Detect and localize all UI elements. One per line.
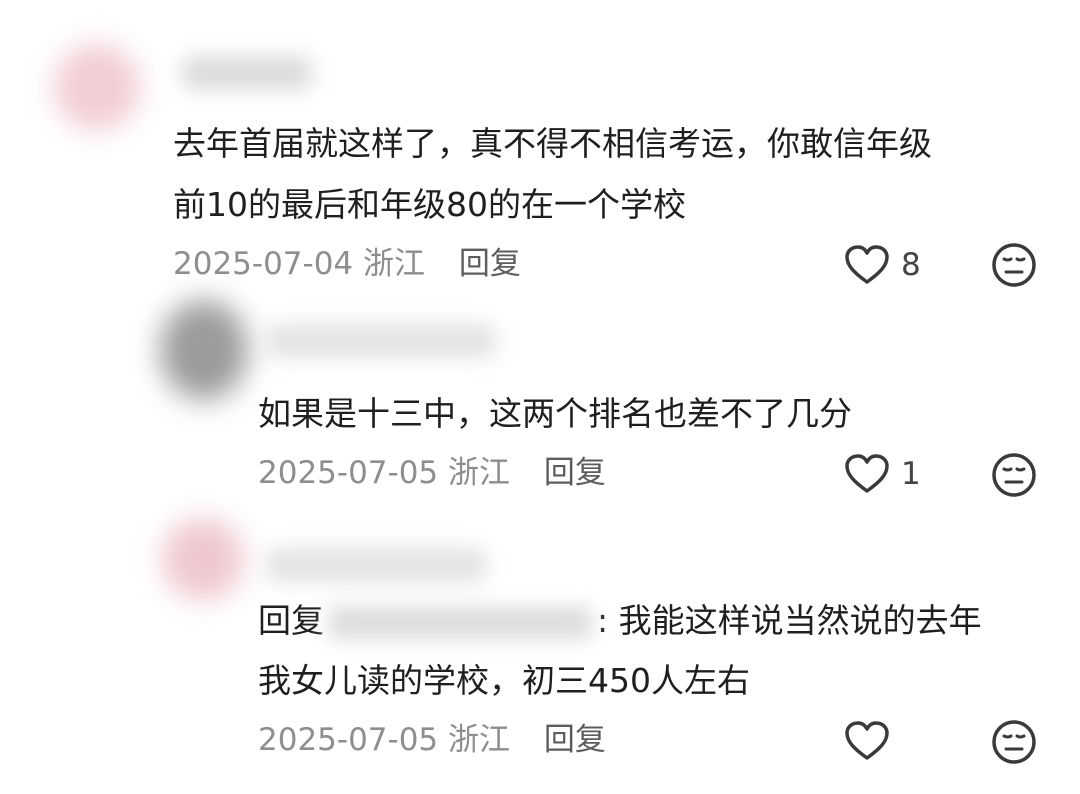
- like-count: 8: [901, 247, 921, 283]
- comment-text-line-1: 回复 : 我能这样说当然说的去年: [258, 594, 982, 647]
- avatar[interactable]: [162, 518, 244, 600]
- dislike-button[interactable]: [990, 718, 1038, 766]
- replied-username[interactable]: [328, 605, 593, 640]
- comment-location: 浙江: [448, 455, 511, 491]
- like-count: 1: [901, 456, 921, 492]
- comment-date: 2025-07-05: [258, 455, 439, 491]
- comment-text-line-1: 如果是十三中，这两个排名也差不了几分: [258, 394, 852, 433]
- comment-date: 2025-07-04: [173, 246, 354, 282]
- dislike-button[interactable]: [990, 241, 1038, 289]
- comment-text-line-1: 去年首届就这样了，真不得不相信考运，你敢信年级: [173, 124, 932, 163]
- heart-outline-icon: [843, 720, 891, 762]
- comment-text-suffix: : 我能这样说当然说的去年: [597, 601, 982, 640]
- comment-location: 浙江: [448, 722, 511, 758]
- comment-location: 浙江: [363, 246, 426, 282]
- reply-button[interactable]: 回复: [544, 722, 606, 758]
- avatar[interactable]: [160, 300, 248, 400]
- reply-button[interactable]: 回复: [544, 455, 606, 491]
- reply-prefix: 回复: [258, 601, 324, 640]
- avatar[interactable]: [54, 44, 140, 130]
- comment-meta: 2025-07-05 浙江 回复: [258, 453, 606, 493]
- comment-text-line-2: 前10的最后和年级80的在一个学校: [173, 185, 686, 224]
- like-button[interactable]: [843, 720, 901, 762]
- dislike-button[interactable]: [990, 451, 1038, 499]
- username[interactable]: [266, 548, 486, 582]
- comment-meta: 2025-07-05 浙江 回复: [258, 720, 606, 760]
- like-button[interactable]: 8: [843, 244, 921, 286]
- comment-text-line-2: 我女儿读的学校，初三450人左右: [258, 661, 750, 700]
- comment-date: 2025-07-05: [258, 722, 439, 758]
- neutral-face-icon: [990, 451, 1038, 499]
- heart-outline-icon: [843, 244, 891, 286]
- username[interactable]: [182, 56, 312, 90]
- comment-meta: 2025-07-04 浙江 回复: [173, 244, 521, 284]
- heart-outline-icon: [843, 453, 891, 495]
- like-button[interactable]: 1: [843, 453, 921, 495]
- neutral-face-icon: [990, 241, 1038, 289]
- neutral-face-icon: [990, 718, 1038, 766]
- reply-button[interactable]: 回复: [459, 246, 521, 282]
- username[interactable]: [266, 324, 496, 358]
